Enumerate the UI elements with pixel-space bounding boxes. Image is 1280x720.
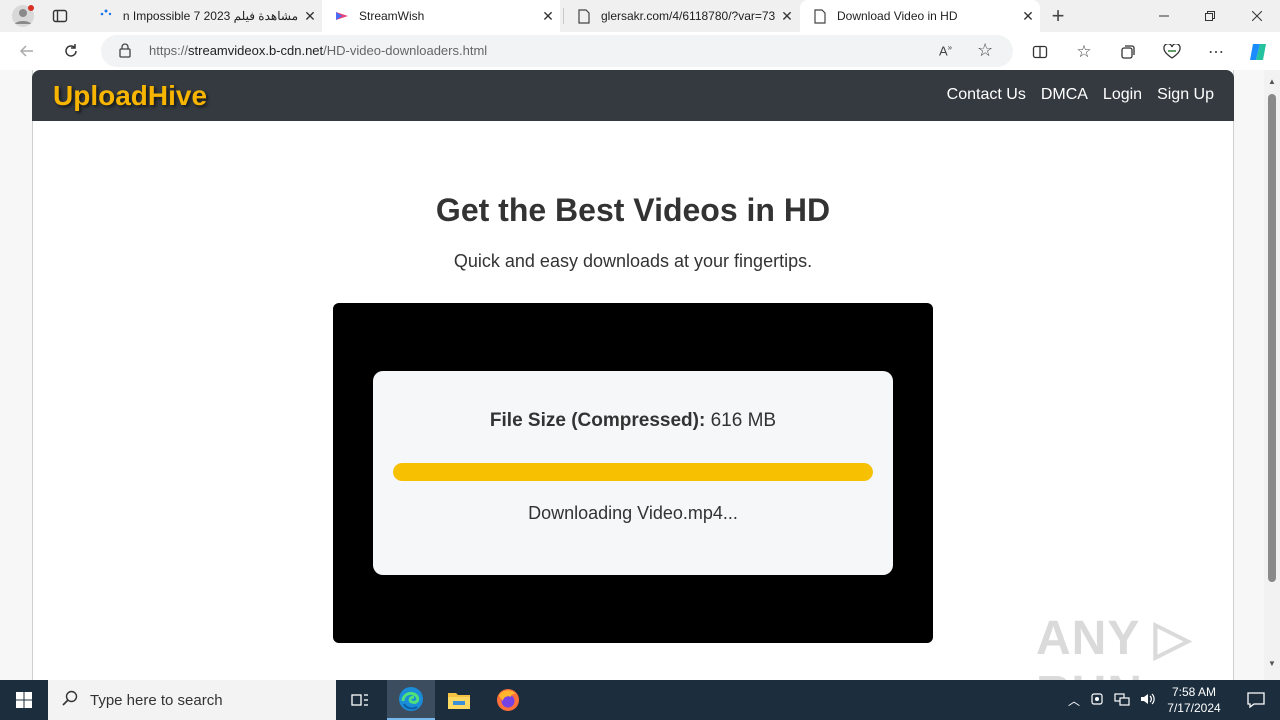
split-screen-icon[interactable] xyxy=(1025,37,1055,67)
refresh-icon[interactable] xyxy=(56,36,86,66)
loading-spinner-icon xyxy=(98,8,114,24)
profile-avatar-icon[interactable] xyxy=(8,1,38,31)
edge-browser-icon[interactable] xyxy=(387,680,435,720)
site-logo[interactable]: UploadHive xyxy=(53,80,207,112)
download-status: Downloading Video.mp4... xyxy=(528,503,738,523)
close-window-icon[interactable] xyxy=(1234,0,1280,32)
chevron-up-icon[interactable]: ︿ xyxy=(1068,692,1080,709)
download-progress-fill xyxy=(393,463,873,481)
close-tab-icon[interactable]: ✕ xyxy=(298,8,322,25)
favorites-icon[interactable]: ☆ xyxy=(1069,37,1099,67)
volume-icon[interactable] xyxy=(1140,692,1156,709)
file-size-value: 616 MB xyxy=(710,410,777,431)
close-tab-icon[interactable]: ✕ xyxy=(536,8,560,25)
streamwish-favicon-icon xyxy=(334,8,350,24)
nav-sign-up[interactable]: Sign Up xyxy=(1157,86,1214,104)
browser-tab[interactable]: StreamWish ✕ xyxy=(322,0,560,32)
windows-start-icon[interactable] xyxy=(0,680,48,720)
hero-title: Get the Best Videos in HD xyxy=(435,192,831,228)
system-tray: ︿ xyxy=(1068,680,1156,720)
address-bar[interactable]: https://streamvideox.b-cdn.net/HD-video-… xyxy=(101,35,1013,67)
download-progress-bar xyxy=(393,463,873,481)
site-header: UploadHive Contact Us DMCA Login Sign Up xyxy=(32,70,1234,121)
search-icon xyxy=(62,690,78,711)
new-tab-button[interactable]: + xyxy=(1043,1,1073,31)
more-menu-icon[interactable]: ⋯ xyxy=(1201,37,1231,67)
back-arrow-icon[interactable] xyxy=(12,36,42,66)
lock-icon[interactable] xyxy=(119,43,131,63)
notifications-icon[interactable] xyxy=(1232,680,1280,720)
browser-tab[interactable]: مشاهدة فيلم Mission Impossible 7 2023 ✕ xyxy=(86,0,322,32)
read-aloud-icon[interactable]: A» xyxy=(939,43,952,58)
close-tab-icon[interactable]: ✕ xyxy=(775,8,799,25)
tab-title: StreamWish xyxy=(359,9,425,23)
copilot-icon[interactable] xyxy=(1243,37,1273,67)
search-placeholder: Type here to search xyxy=(90,691,223,709)
nav-contact-us[interactable]: Contact Us xyxy=(947,86,1026,104)
download-card: File Size (Compressed): 616 MB Downloadi… xyxy=(373,371,893,575)
video-player-box[interactable]: File Size (Compressed): 616 MB Downloadi… xyxy=(333,303,933,643)
page-icon xyxy=(812,8,828,24)
scroll-up-arrow-icon[interactable]: ▲ xyxy=(1264,74,1280,90)
browser-tab-active[interactable]: Download Video in HD ✕ xyxy=(800,0,1040,32)
hero-subtitle: Quick and easy downloads at your fingert… xyxy=(453,251,813,271)
browser-tab-strip: مشاهدة فيلم Mission Impossible 7 2023 ✕ … xyxy=(0,0,1280,32)
system-clock[interactable]: 7:58 AM 7/17/2024 xyxy=(1162,684,1226,716)
tab-actions-icon[interactable] xyxy=(45,1,75,31)
file-size-text: File Size (Compressed): 616 MB xyxy=(373,410,893,432)
scroll-thumb[interactable] xyxy=(1268,94,1276,582)
browser-tab[interactable]: glersakr.com/4/6118780/?var=73 ✕ xyxy=(564,0,799,32)
url-scheme: https:// xyxy=(149,43,189,58)
nav-login[interactable]: Login xyxy=(1103,86,1142,104)
file-explorer-icon[interactable] xyxy=(435,680,483,720)
task-view-icon[interactable] xyxy=(336,680,384,720)
collections-icon[interactable] xyxy=(1113,37,1143,67)
page-scrollbar[interactable]: ▲ ▼ xyxy=(1264,70,1280,680)
tab-title: مشاهدة فيلم Mission Impossible 7 2023 xyxy=(123,9,298,23)
minimize-icon[interactable] xyxy=(1141,0,1187,32)
nav-dmca[interactable]: DMCA xyxy=(1041,86,1088,104)
url-host: streamvideox.b-cdn.net xyxy=(188,43,324,58)
tab-title: Download Video in HD xyxy=(837,9,958,23)
file-size-label: File Size (Compressed): xyxy=(489,410,706,431)
site-nav: Contact Us DMCA Login Sign Up xyxy=(947,86,1214,104)
url-text[interactable]: https://streamvideox.b-cdn.net/HD-video-… xyxy=(149,43,487,58)
tab-title: glersakr.com/4/6118780/?var=73 xyxy=(601,9,775,23)
clock-date: 7/17/2024 xyxy=(1167,701,1221,715)
close-tab-icon[interactable]: ✕ xyxy=(1016,8,1040,25)
scroll-down-arrow-icon[interactable]: ▼ xyxy=(1264,656,1280,672)
windows-taskbar: Type here to search ︿ 7:58 AM 7/17/2024 xyxy=(0,680,1280,720)
clock-time: 7:58 AM xyxy=(1171,685,1217,699)
favorite-star-icon[interactable]: ☆ xyxy=(977,40,993,61)
restore-icon[interactable] xyxy=(1187,0,1233,32)
browser-essentials-icon[interactable] xyxy=(1157,37,1187,67)
taskbar-search-input[interactable]: Type here to search xyxy=(48,680,336,720)
page-icon xyxy=(576,8,592,24)
page-viewport: UploadHive Contact Us DMCA Login Sign Up… xyxy=(0,70,1280,720)
network-icon[interactable] xyxy=(1114,692,1130,709)
firefox-icon[interactable] xyxy=(484,680,532,720)
url-path: /HD-video-downloaders.html xyxy=(323,43,488,58)
security-shield-icon[interactable] xyxy=(1090,692,1104,709)
